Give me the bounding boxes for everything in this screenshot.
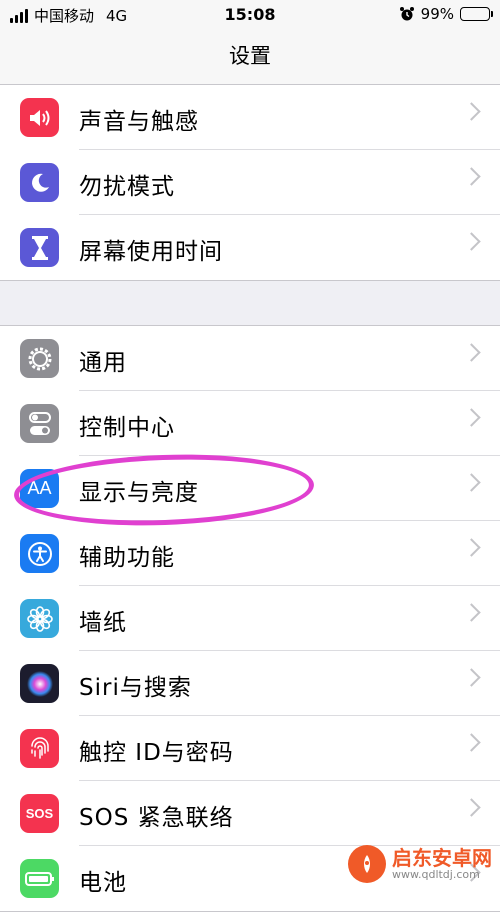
settings-row-label: 控制中心 (79, 415, 175, 441)
siri-icon (20, 664, 59, 703)
status-bar: 中国移动 4G 15:08 99% (0, 0, 500, 30)
battery-percent: 99% (420, 5, 454, 23)
watermark-logo-icon (348, 845, 386, 883)
watermark-text: 启东安卓网 www.qdltdj.com (392, 847, 492, 881)
chevron-right-icon (462, 343, 481, 362)
hourglass-icon (20, 228, 59, 267)
settings-row-label: 屏幕使用时间 (79, 239, 223, 265)
settings-row-control-center[interactable]: 控制中心 (0, 391, 500, 456)
settings-row-label: 显示与亮度 (79, 480, 199, 506)
page-title: 设置 (229, 44, 271, 68)
sos-icon-label: SOS (25, 806, 54, 821)
text-size-icon: AA (20, 469, 59, 508)
settings-row-do-not-disturb[interactable]: 勿扰模式 (0, 150, 500, 215)
settings-row-label: 勿扰模式 (79, 174, 175, 200)
chevron-right-icon (462, 603, 481, 622)
navigation-bar: 设置 (0, 30, 500, 86)
chevron-right-icon (462, 408, 481, 427)
chevron-right-icon (462, 668, 481, 687)
chevron-right-icon (462, 232, 481, 251)
speaker-icon (20, 98, 59, 137)
settings-row-wallpaper[interactable]: 墙纸 (0, 586, 500, 651)
flower-icon (20, 599, 59, 638)
battery-icon (460, 7, 493, 21)
text-size-icon-label: AA (27, 478, 52, 498)
settings-row-label: 电池 (79, 870, 127, 896)
settings-row-general[interactable]: 通用 (0, 326, 500, 391)
chevron-right-icon (462, 538, 481, 557)
accessibility-icon (20, 534, 59, 573)
chevron-right-icon (462, 733, 481, 752)
settings-group-2: 通用 控制中心 AA 显示与亮度 辅助功能 墙纸 Siri与搜索 触控 ID与密… (0, 325, 500, 912)
settings-row-screen-time[interactable]: 屏幕使用时间 (0, 215, 500, 280)
settings-row-label: 声音与触感 (79, 109, 199, 135)
chevron-right-icon (462, 798, 481, 817)
watermark-sub: www.qdltdj.com (392, 867, 480, 881)
fingerprint-icon (20, 729, 59, 768)
settings-row-label: 墙纸 (79, 610, 127, 636)
watermark: 启东安卓网 www.qdltdj.com (348, 845, 492, 883)
settings-row-label: SOS 紧急联络 (79, 805, 234, 831)
chevron-right-icon (462, 473, 481, 492)
sos-icon: SOS (20, 794, 59, 833)
status-right: 99% (399, 5, 493, 23)
settings-row-touch-id-passcode[interactable]: 触控 ID与密码 (0, 716, 500, 781)
settings-row-label: 触控 ID与密码 (79, 740, 234, 766)
settings-row-accessibility[interactable]: 辅助功能 (0, 521, 500, 586)
settings-row-emergency-sos[interactable]: SOS SOS 紧急联络 (0, 781, 500, 846)
gear-icon (20, 339, 59, 378)
battery-icon (20, 859, 59, 898)
settings-row-sounds[interactable]: 声音与触感 (0, 85, 500, 150)
chevron-right-icon (462, 167, 481, 186)
alarm-clock-icon (399, 7, 414, 21)
chevron-right-icon (462, 102, 481, 121)
watermark-main: 启东安卓网 (392, 845, 492, 870)
settings-row-label: Siri与搜索 (79, 675, 192, 701)
moon-icon (20, 163, 59, 202)
settings-row-label: 辅助功能 (79, 545, 175, 571)
settings-row-siri-search[interactable]: Siri与搜索 (0, 651, 500, 716)
settings-group-1: 声音与触感 勿扰模式 屏幕使用时间 (0, 84, 500, 281)
settings-row-display-brightness[interactable]: AA 显示与亮度 (0, 456, 500, 521)
toggles-icon (20, 404, 59, 443)
settings-row-label: 通用 (79, 350, 127, 376)
